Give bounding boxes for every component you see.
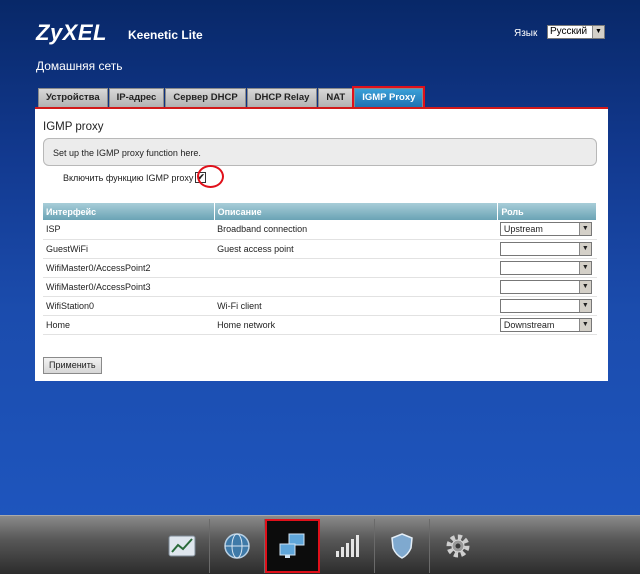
language-label: Язык (514, 28, 538, 39)
language-select[interactable]: Русский ▼ (547, 25, 605, 39)
description-cell: Wi-Fi client (214, 296, 498, 316)
role-select[interactable]: Downstream ▼ (499, 317, 592, 332)
table-row: ISP Broadband connection Upstream ▼ (43, 220, 597, 240)
chevron-down-icon: ▼ (578, 299, 591, 312)
signal-bars-icon (336, 535, 359, 557)
panel-heading: IGMP proxy (43, 121, 104, 133)
tab-dhcp-server[interactable]: Сервер DHCP (165, 88, 246, 108)
description-cell (214, 258, 498, 278)
info-box: Set up the IGMP proxy function here. (43, 138, 597, 166)
globe-icon (224, 533, 250, 559)
taskbar-internet[interactable] (210, 519, 265, 573)
interfaces-table: Интерфейс Описание Роль ISP Broadband co… (43, 203, 597, 335)
chevron-down-icon: ▼ (578, 261, 591, 274)
tab-ip-address[interactable]: IP-адрес (108, 88, 165, 108)
taskbar-security[interactable] (375, 519, 430, 573)
role-select[interactable]: ▼ (499, 298, 592, 313)
taskbar (0, 515, 640, 574)
taskbar-system[interactable] (430, 519, 485, 573)
highlight-circle (197, 165, 224, 188)
tab-nat[interactable]: NAT (318, 88, 354, 108)
role-select[interactable]: ▼ (499, 279, 592, 294)
interface-cell: WifiStation0 (43, 296, 215, 316)
tab-bar: Устройства IP-адрес Сервер DHCP DHCP Rel… (38, 86, 426, 110)
tab-dhcp-relay[interactable]: DHCP Relay (246, 88, 318, 108)
column-header-interface: Интерфейс (43, 203, 215, 220)
role-value: Upstream (503, 224, 543, 235)
tab-devices[interactable]: Устройства (38, 88, 108, 108)
role-select[interactable]: Upstream ▼ (499, 222, 592, 237)
table-row: WifiMaster0/AccessPoint3 ▼ (43, 277, 597, 297)
chevron-down-icon: ▼ (578, 318, 591, 331)
column-header-description: Описание (214, 203, 499, 220)
interface-cell: WifiMaster0/AccessPoint2 (43, 258, 215, 278)
role-value: Downstream (503, 319, 555, 330)
taskbar-monitor[interactable] (155, 519, 210, 573)
chart-icon (168, 535, 196, 557)
description-cell: Broadband connection (214, 220, 498, 240)
info-text: Set up the IGMP proxy function here. (53, 148, 201, 158)
description-cell (214, 277, 498, 297)
enable-row: Включить функцию IGMP proxy ✔ (63, 172, 207, 183)
chevron-down-icon: ▼ (592, 26, 604, 38)
chevron-down-icon: ▼ (578, 242, 591, 255)
model-name: Keenetic Lite (128, 28, 203, 42)
table-row: WifiMaster0/AccessPoint2 ▼ (43, 258, 597, 278)
chevron-down-icon: ▼ (578, 280, 591, 293)
role-select[interactable]: ▼ (499, 241, 592, 256)
description-cell: Home network (214, 315, 498, 335)
gear-icon (446, 534, 469, 558)
igmp-panel: IGMP proxy Set up the IGMP proxy functio… (35, 109, 608, 381)
shield-icon (391, 533, 413, 559)
taskbar-home-network[interactable] (265, 519, 320, 573)
interface-cell: WifiMaster0/AccessPoint3 (43, 277, 215, 297)
table-row: WifiStation0 Wi-Fi client ▼ (43, 296, 597, 316)
column-header-role: Роль (497, 203, 597, 220)
brand-logo: ZyXEL (36, 20, 107, 45)
network-icon (279, 533, 305, 558)
language-value: Русский (550, 26, 588, 37)
description-cell: Guest access point (214, 239, 498, 259)
role-select[interactable]: ▼ (499, 260, 592, 275)
table-header-row: Интерфейс Описание Роль (43, 203, 597, 220)
taskbar-wifi[interactable] (320, 519, 375, 573)
chevron-down-icon: ▼ (578, 223, 591, 236)
page-title: Домашняя сеть (36, 59, 123, 73)
interface-cell: GuestWiFi (43, 239, 215, 259)
table-row: GuestWiFi Guest access point ▼ (43, 239, 597, 259)
interface-cell: Home (43, 315, 215, 335)
apply-button[interactable]: Применить (43, 357, 102, 374)
table-row: Home Home network Downstream ▼ (43, 315, 597, 335)
interface-cell: ISP (43, 220, 215, 240)
enable-label: Включить функцию IGMP proxy (63, 172, 194, 183)
tab-igmp-proxy[interactable]: IGMP Proxy (352, 86, 426, 110)
